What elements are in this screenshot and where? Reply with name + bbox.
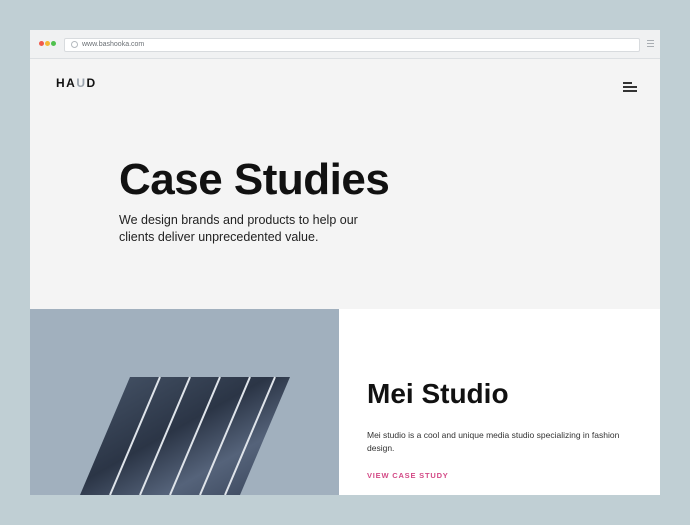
page-subtitle: We design brands and products to help ou…: [119, 213, 358, 244]
logo-text-highlight: U: [76, 76, 87, 90]
case-study-description: Mei studio is a cool and unique media st…: [367, 430, 620, 453]
case-study-image[interactable]: [30, 309, 339, 495]
address-url[interactable]: www.bashooka.com: [82, 39, 144, 51]
address-bar[interactable]: www.bashooka.com: [64, 38, 640, 52]
logo-text-suffix: D: [86, 76, 97, 90]
hamburger-menu-icon[interactable]: [623, 82, 637, 94]
browser-window: www.bashooka.com HAUD Case Studies We de…: [30, 30, 660, 495]
maximize-window-dot[interactable]: [51, 41, 56, 46]
page-title: Case Studies: [119, 155, 390, 204]
minimize-window-dot[interactable]: [45, 41, 50, 46]
case-study-panel: Mei Studio Mei studio is a cool and uniq…: [339, 309, 660, 495]
browser-chrome: www.bashooka.com: [30, 30, 660, 59]
case-study-title: Mei Studio: [367, 378, 509, 409]
fashion-stripes-image: [80, 376, 290, 495]
browser-menu-icon[interactable]: [647, 40, 654, 49]
reload-icon[interactable]: [71, 41, 78, 48]
view-case-study-link[interactable]: VIEW CASE STUDY: [367, 471, 449, 480]
logo-text-prefix: HA: [56, 76, 77, 90]
close-window-dot[interactable]: [39, 41, 44, 46]
site-logo[interactable]: HAUD: [56, 76, 97, 90]
